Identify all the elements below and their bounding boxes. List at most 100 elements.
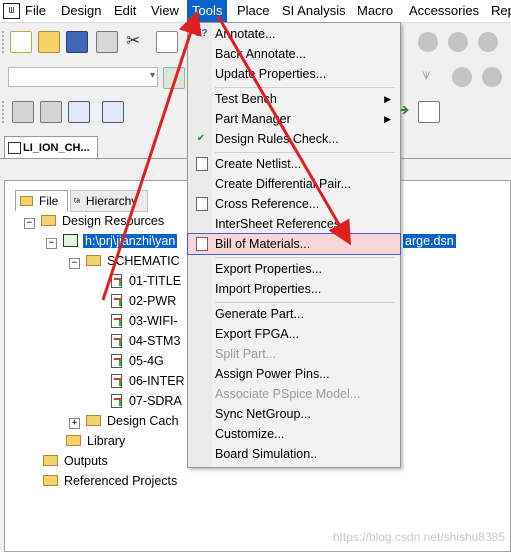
ratsnest-icon[interactable] bbox=[452, 67, 472, 87]
zoom-area-icon[interactable] bbox=[478, 32, 498, 52]
tab-hierarchy[interactable]: ᵗᵃ Hierarchy bbox=[70, 190, 148, 212]
toolbar-grip[interactable] bbox=[2, 101, 7, 123]
watermark: https://blog.csdn.net/shishu8385 bbox=[332, 530, 505, 544]
menu-item-label: Import Properties... bbox=[215, 282, 322, 296]
menu-item-test-bench[interactable]: Test Bench ▶ bbox=[188, 89, 400, 109]
text-tool-icon[interactable] bbox=[163, 67, 185, 89]
menu-item-export-fpga[interactable]: Export FPGA... bbox=[188, 324, 400, 344]
tree-dsn-file-tail[interactable]: arge.dsn bbox=[403, 231, 456, 251]
tree-library[interactable]: Library bbox=[66, 431, 125, 451]
tree-page[interactable]: 01-TITLE bbox=[111, 271, 181, 291]
filter-icon[interactable]: ⩛ bbox=[422, 66, 442, 86]
cross-reference-icon bbox=[196, 197, 208, 211]
save-icon[interactable] bbox=[66, 31, 88, 53]
tree-referenced-projects[interactable]: Referenced Projects bbox=[43, 471, 177, 491]
tab-hierarchy-label: Hierarchy bbox=[85, 194, 138, 208]
submenu-arrow-icon: ▶ bbox=[384, 94, 391, 104]
annotate-icon: U? bbox=[194, 28, 208, 39]
menu-item-cross-reference[interactable]: Cross Reference... bbox=[188, 194, 400, 214]
menu-item-update-properties[interactable]: Update Properties... bbox=[188, 64, 400, 84]
netlist-toolbar-icon[interactable] bbox=[68, 101, 90, 123]
menu-item-label: Export FPGA... bbox=[215, 327, 300, 341]
new-file-icon[interactable] bbox=[10, 31, 32, 53]
menu-item-board-simulation[interactable]: Board Simulation.. bbox=[188, 444, 400, 464]
zoom-out-icon[interactable] bbox=[448, 32, 468, 52]
cut-icon[interactable]: ✂ bbox=[126, 31, 146, 51]
print-icon[interactable] bbox=[96, 31, 118, 53]
chevron-down-icon: ▾ bbox=[149, 70, 155, 81]
tree-design-cache[interactable]: + Design Cach bbox=[69, 411, 179, 431]
open-folder-icon[interactable] bbox=[38, 31, 60, 53]
help-icon[interactable] bbox=[482, 67, 502, 87]
menu-item-drc[interactable]: ✔ Design Rules Check... bbox=[188, 129, 400, 149]
menu-item-intersheet-references[interactable]: InterSheet References... bbox=[188, 214, 400, 234]
menu-place[interactable]: Place bbox=[237, 0, 270, 22]
menu-item-export-properties[interactable]: Export Properties... bbox=[188, 259, 400, 279]
menu-item-bill-of-materials[interactable]: Bill of Materials... bbox=[187, 233, 401, 255]
menu-item-sync-netgroup[interactable]: Sync NetGroup... bbox=[188, 404, 400, 424]
menu-reports[interactable]: Rep bbox=[491, 0, 511, 22]
menu-item-create-differential-pair[interactable]: Create Differential Pair... bbox=[188, 174, 400, 194]
menu-item-annotate[interactable]: U? Annotate... bbox=[188, 24, 400, 44]
zoom-in-icon[interactable] bbox=[418, 32, 438, 52]
menu-accessories[interactable]: Accessories bbox=[409, 0, 479, 22]
netlist-icon bbox=[196, 157, 208, 171]
menu-tools[interactable]: Tools bbox=[187, 0, 228, 22]
collapse-toggle-icon[interactable]: − bbox=[24, 218, 35, 229]
menu-edit[interactable]: Edit bbox=[114, 0, 136, 22]
expand-toggle-icon[interactable]: + bbox=[69, 418, 80, 429]
tree-page[interactable]: 05-4G bbox=[111, 351, 164, 371]
folder-icon bbox=[43, 455, 58, 466]
tree-page[interactable]: 06-INTER bbox=[111, 371, 185, 391]
menu-macro[interactable]: Macro bbox=[357, 0, 393, 22]
menu-item-label: Export Properties... bbox=[215, 262, 322, 276]
menu-separator bbox=[215, 87, 395, 88]
dsn-path-label-tail: arge.dsn bbox=[403, 234, 456, 248]
tab-file[interactable]: File bbox=[15, 190, 68, 211]
menu-item-generate-part[interactable]: Generate Part... bbox=[188, 304, 400, 324]
drc-toolbar-icon[interactable] bbox=[40, 101, 62, 123]
menu-item-import-properties[interactable]: Import Properties... bbox=[188, 279, 400, 299]
menu-item-label: Design Rules Check... bbox=[215, 132, 339, 146]
document-tab[interactable]: LI_ION_CH... bbox=[4, 136, 98, 158]
collapse-toggle-icon[interactable]: − bbox=[69, 258, 80, 269]
menu-item-assign-power-pins[interactable]: Assign Power Pins... bbox=[188, 364, 400, 384]
menu-item-label: Generate Part... bbox=[215, 307, 304, 321]
schematic-page-icon bbox=[111, 354, 122, 368]
delete-table-icon[interactable] bbox=[418, 101, 440, 123]
annotate-toolbar-icon[interactable] bbox=[12, 101, 34, 123]
menu-item-customize[interactable]: Customize... bbox=[188, 424, 400, 444]
tree-label: Design Resources bbox=[62, 214, 165, 228]
menu-item-label: Annotate... bbox=[215, 27, 276, 41]
bom-toolbar-icon[interactable] bbox=[102, 101, 124, 123]
menu-item-part-manager[interactable]: Part Manager ▶ bbox=[188, 109, 400, 129]
menu-view[interactable]: View bbox=[151, 0, 179, 22]
menu-item-back-annotate[interactable]: Back Annotate... bbox=[188, 44, 400, 64]
app-icon: ᗯ bbox=[3, 3, 20, 19]
tree-outputs[interactable]: Outputs bbox=[43, 451, 108, 471]
menu-separator bbox=[215, 302, 395, 303]
collapse-toggle-icon[interactable]: − bbox=[46, 238, 57, 249]
tree-label: SCHEMATIC bbox=[107, 254, 180, 268]
menu-file[interactable]: File bbox=[25, 0, 46, 22]
menu-item-label: InterSheet References... bbox=[215, 217, 351, 231]
tree-page[interactable]: 02-PWR bbox=[111, 291, 176, 311]
page-label: 01-TITLE bbox=[129, 274, 182, 288]
tree-design-resources[interactable]: − Design Resources bbox=[24, 211, 164, 231]
folder-icon bbox=[43, 475, 58, 486]
schematic-page-icon bbox=[111, 314, 122, 328]
toolbar-grip[interactable] bbox=[2, 31, 7, 53]
menu-si-analysis[interactable]: SI Analysis bbox=[282, 0, 346, 22]
menu-item-create-netlist[interactable]: Create Netlist... bbox=[188, 154, 400, 174]
folder-open-icon bbox=[86, 255, 101, 266]
schematic-page-icon bbox=[111, 394, 122, 408]
tree-page[interactable]: 07-SDRA bbox=[111, 391, 182, 411]
menu-design[interactable]: Design bbox=[61, 0, 101, 22]
tools-dropdown-menu: U? Annotate... Back Annotate... Update P… bbox=[187, 22, 401, 468]
copy-icon[interactable] bbox=[156, 31, 178, 53]
tree-page[interactable]: 04-STM3 bbox=[111, 331, 180, 351]
tree-schematic[interactable]: − SCHEMATIC bbox=[69, 251, 180, 271]
part-search-combo[interactable]: ▾ bbox=[8, 67, 158, 87]
tree-page[interactable]: 03-WIFI- bbox=[111, 311, 178, 331]
tree-dsn-file[interactable]: − h:\prj\jianzhi\yan bbox=[46, 231, 178, 251]
